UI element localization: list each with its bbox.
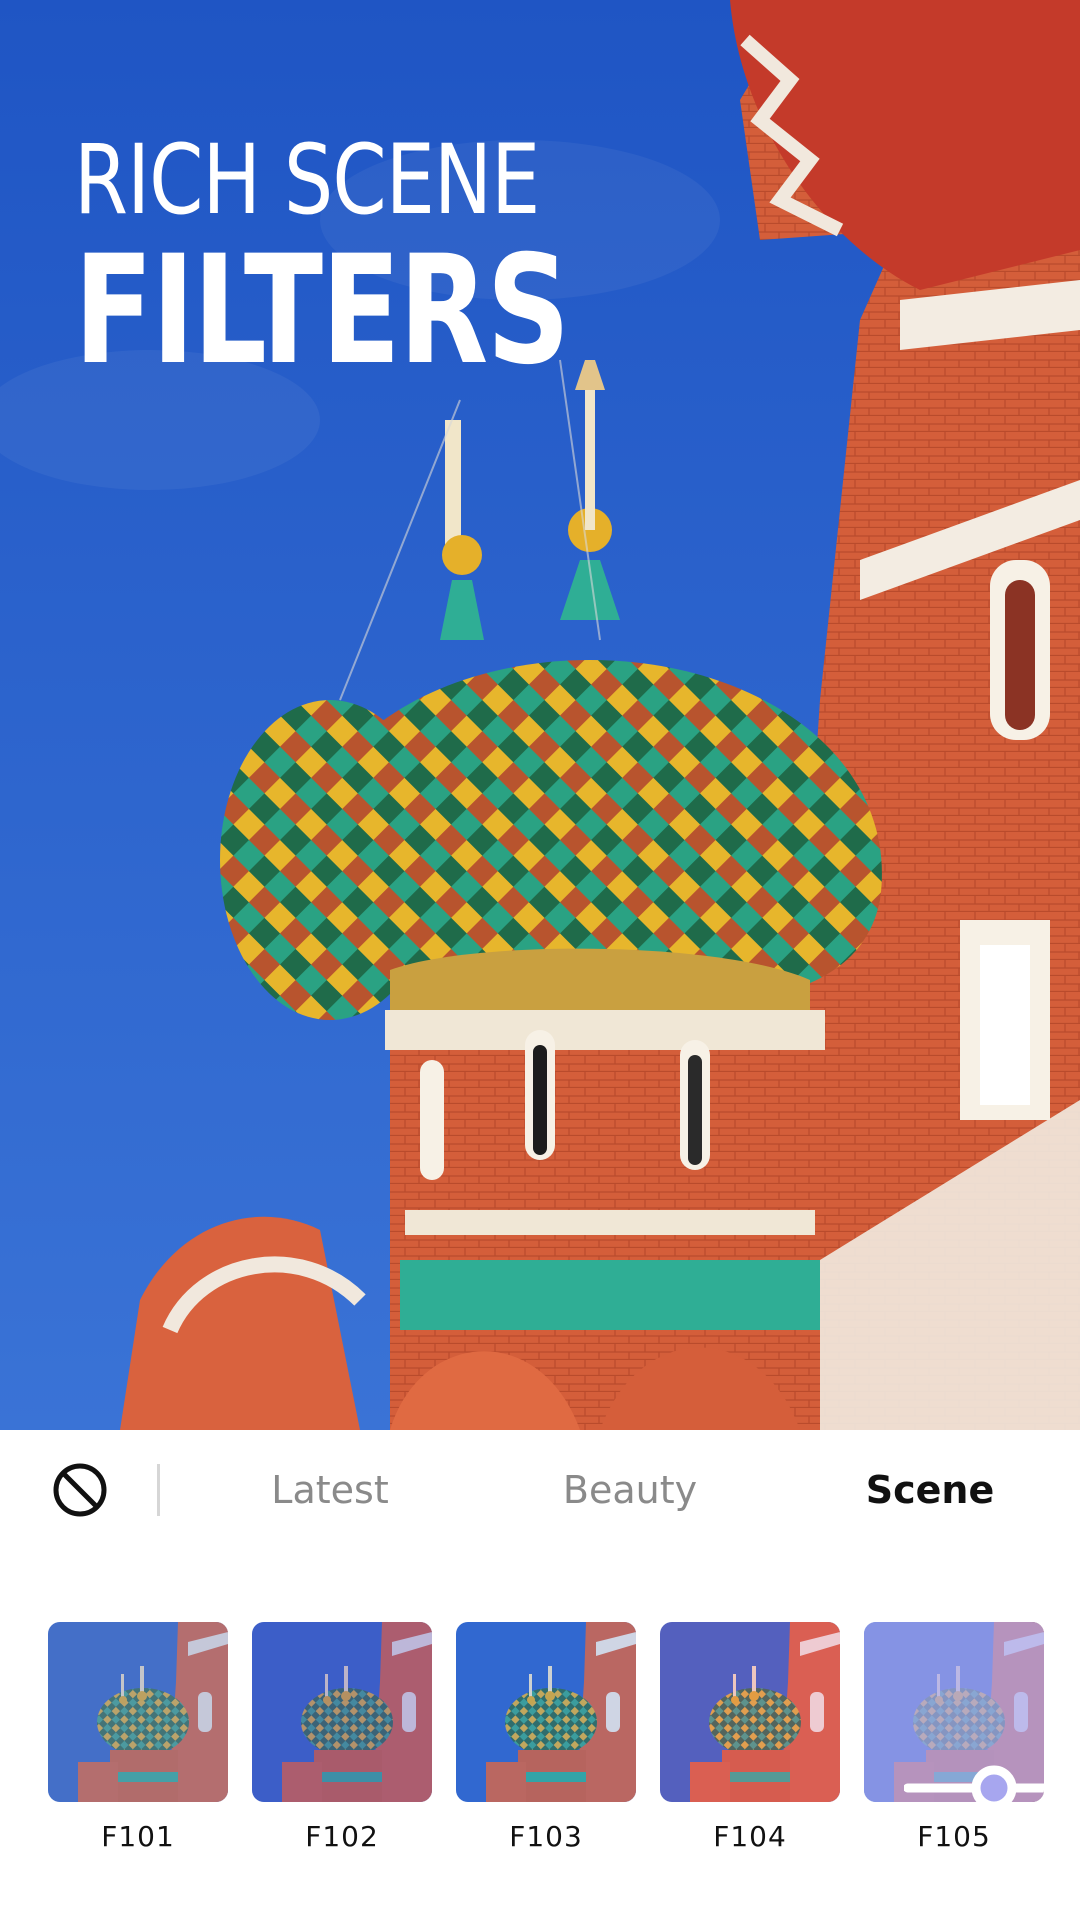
filter-thumbnail — [456, 1622, 636, 1802]
adjust-slider-icon — [904, 1765, 1044, 1802]
filter-thumbnail — [48, 1622, 228, 1802]
filter-label: F103 — [509, 1820, 583, 1853]
filter-item-f103[interactable]: F103 — [456, 1622, 636, 1853]
filter-item-f101[interactable]: F101 — [48, 1622, 228, 1853]
filter-category-bar: Latest Beauty Scene — [0, 1430, 1080, 1552]
tab-scene[interactable]: Scene — [840, 1458, 1020, 1522]
tab-divider — [157, 1464, 160, 1516]
filter-item-f105[interactable]: F105 — [864, 1622, 1044, 1853]
hero-photo: RICH SCENE FILTERS — [0, 0, 1080, 1430]
filter-strip: F101 F102 F103 F104 F105 — [0, 1550, 1080, 1920]
headline-line2: FILTERS — [74, 224, 570, 398]
filter-item-f102[interactable]: F102 — [252, 1622, 432, 1853]
filter-label: F104 — [713, 1820, 787, 1853]
filter-label: F105 — [917, 1820, 991, 1853]
no-filter-button[interactable] — [52, 1462, 108, 1518]
filter-label: F101 — [101, 1820, 175, 1853]
tab-beauty[interactable]: Beauty — [540, 1458, 720, 1522]
filter-thumbnail — [252, 1622, 432, 1802]
no-filter-icon — [53, 1463, 107, 1517]
filter-label: F102 — [305, 1820, 379, 1853]
filter-thumbnail — [864, 1622, 1044, 1802]
headline-line1: RICH SCENE — [74, 124, 540, 236]
headline: RICH SCENE FILTERS — [74, 128, 649, 386]
filter-thumbnail — [660, 1622, 840, 1802]
tab-latest[interactable]: Latest — [240, 1458, 420, 1522]
filter-item-f104[interactable]: F104 — [660, 1622, 840, 1853]
